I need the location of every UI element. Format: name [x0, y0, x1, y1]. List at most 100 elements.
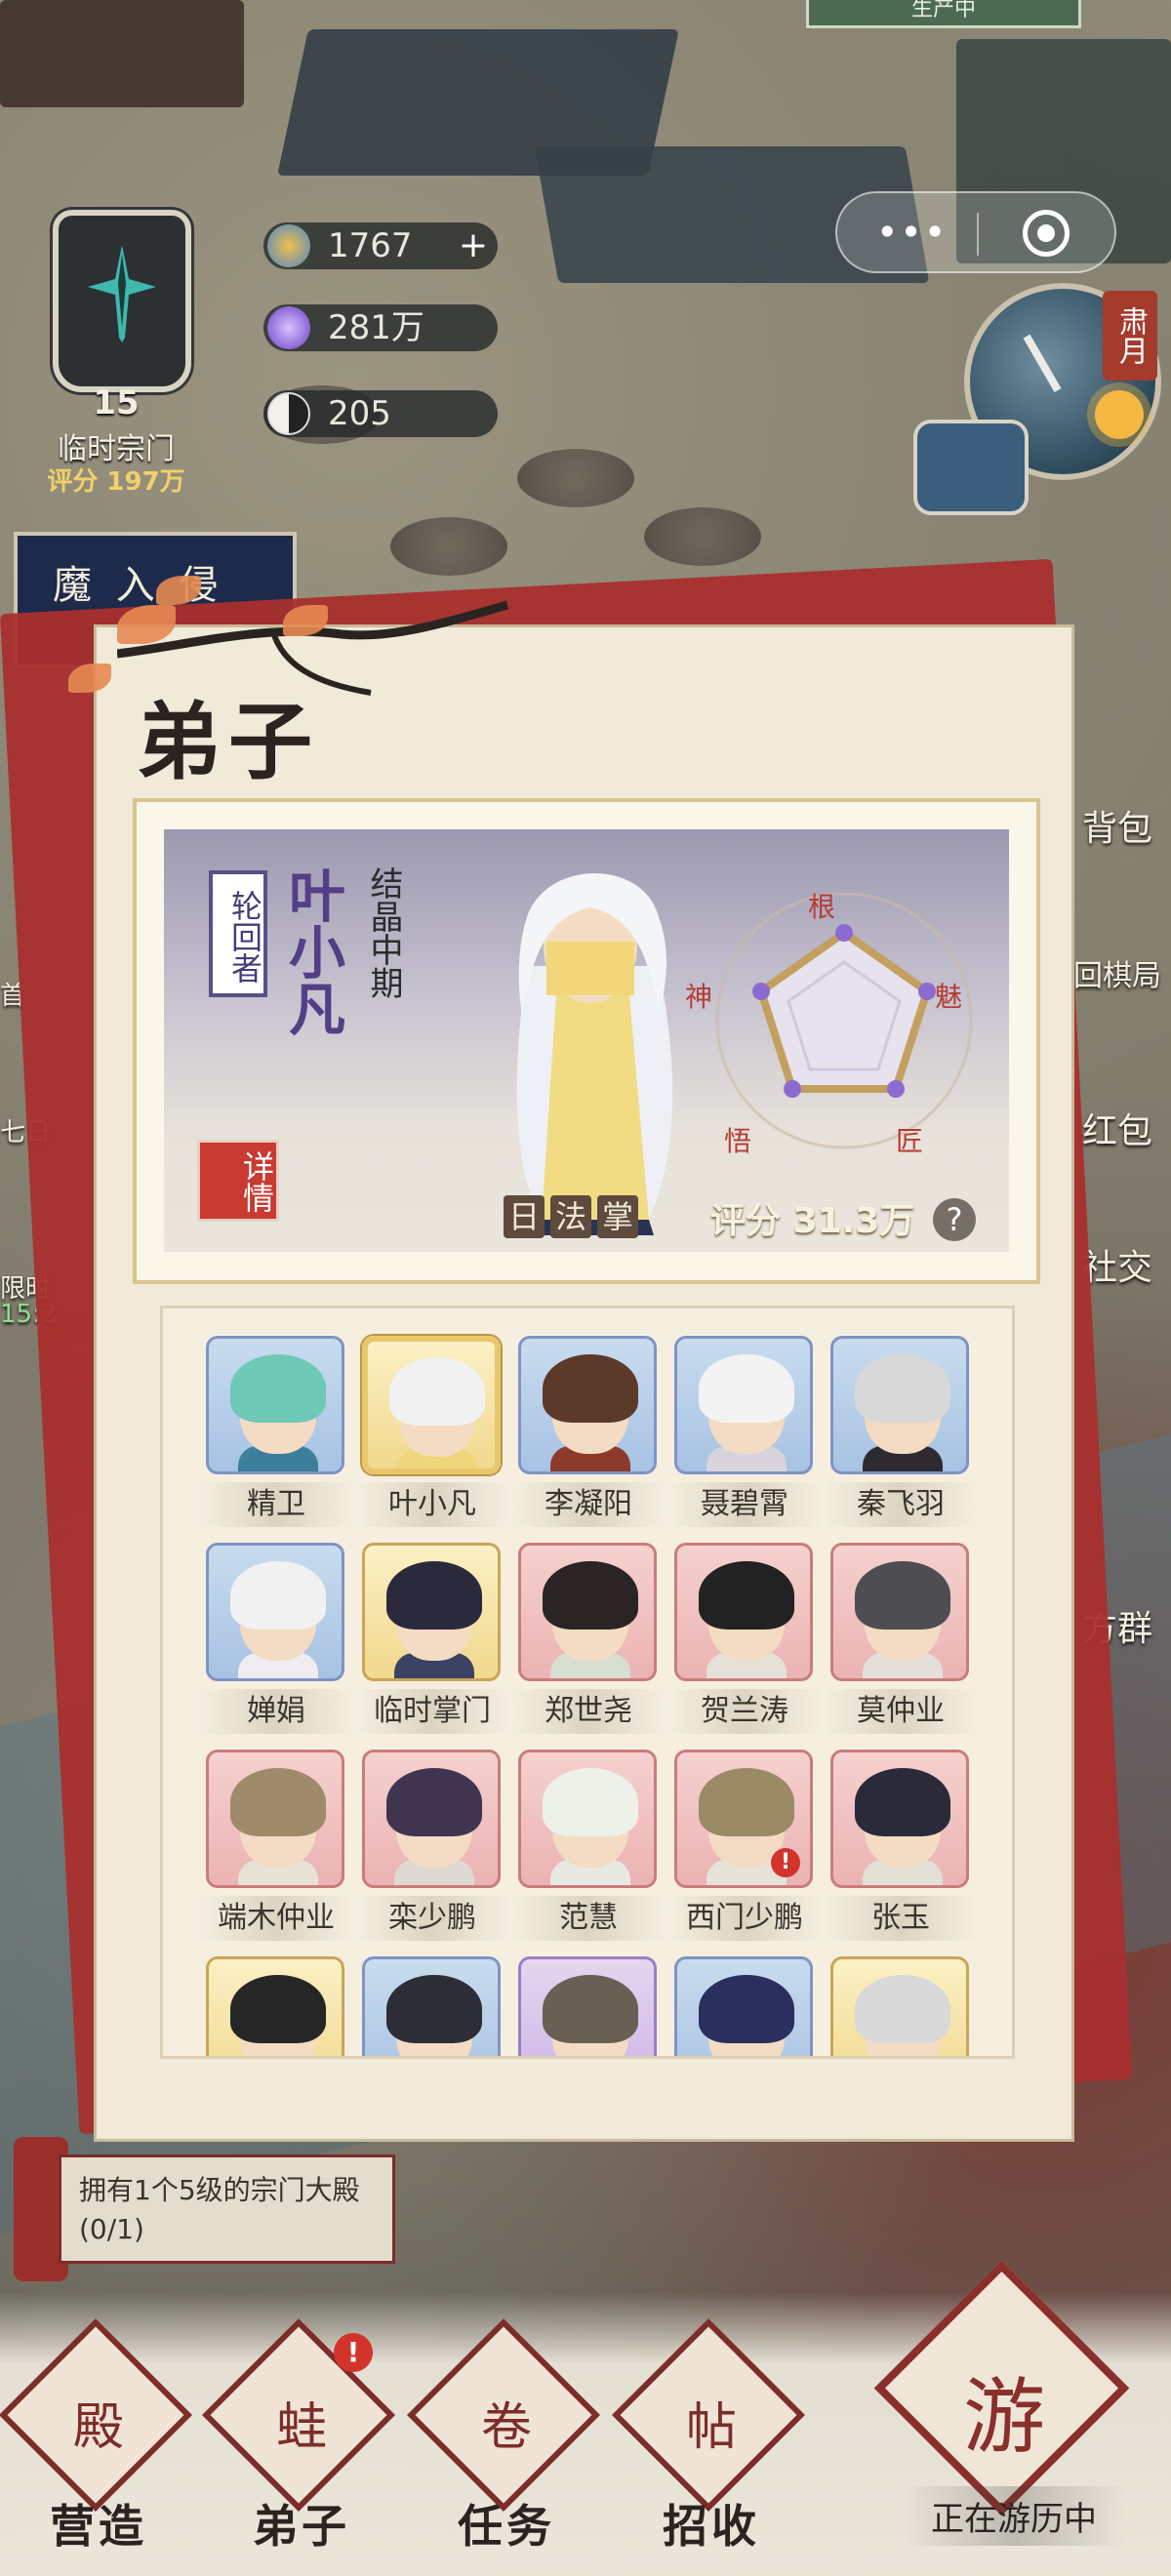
disciple-slot-name: 精卫: [198, 1482, 354, 1527]
sect-score: 评分 197万: [47, 467, 185, 497]
panel-title: 弟子: [137, 693, 320, 791]
sect-level: 15: [93, 383, 140, 423]
nav-label: 招收: [663, 2500, 760, 2553]
resource-value: 281万: [328, 308, 424, 347]
disciple-slot-name: 端木仲业: [198, 1896, 354, 1941]
nav-disciple-button[interactable]: 蛙 弟子 !: [202, 2318, 395, 2561]
disciple-portrait: [830, 1543, 969, 1681]
portrait-hair: [389, 1357, 485, 1426]
disciple-slot-name: 叶小凡: [354, 1482, 510, 1527]
disciple-portrait: !: [674, 1750, 813, 1888]
close-target-icon[interactable]: [1023, 210, 1070, 257]
tree-stump: [390, 517, 507, 576]
radar-label-spirit: 神: [685, 981, 713, 1013]
nav-task-button[interactable]: 卷 任务: [407, 2318, 600, 2561]
disciple-slot-name: 临时掌门: [354, 1689, 510, 1734]
radar-label-root: 根: [808, 891, 836, 923]
gift-box-icon[interactable]: [913, 420, 1029, 515]
disciple-slot-name: 范慧: [510, 1896, 666, 1941]
disciple-slot-name: 秦飞羽: [823, 1482, 979, 1527]
sword-emblem-icon: [88, 245, 156, 342]
disciple-portrait: [830, 1956, 969, 2056]
disciple-slot-name: 西门少鹏: [666, 1896, 823, 1941]
disciple-slot-name: 贺兰涛: [666, 1689, 823, 1734]
disciple-portrait: [362, 1750, 501, 1888]
side-right-chess[interactable]: 回棋局: [1064, 951, 1171, 994]
side-right-backpack[interactable]: 背包: [1064, 800, 1171, 851]
disciple-portrait: [518, 1543, 657, 1681]
portrait-hair: [386, 1975, 482, 2043]
add-icon[interactable]: +: [459, 222, 488, 269]
details-button[interactable]: 详情: [197, 1140, 279, 1222]
resource-value: 205: [328, 394, 391, 433]
building-roof: [0, 0, 244, 107]
clock-hand: [1023, 334, 1062, 392]
travel-button[interactable]: 游 正在游历中: [863, 2260, 1146, 2566]
skill-tag: 掌: [597, 1195, 638, 1238]
portrait-hair: [855, 1561, 950, 1630]
disciple-slot-name: 李凝阳: [510, 1482, 666, 1527]
tree-stump: [644, 507, 761, 566]
radar-label-insight: 悟: [724, 1125, 752, 1157]
skill-tag: 法: [550, 1195, 591, 1238]
disciple-portrait: [674, 1336, 813, 1474]
help-icon[interactable]: ?: [933, 1198, 976, 1241]
disciple-portrait: [518, 1336, 657, 1474]
radar-label-craft: 匠: [896, 1125, 924, 1157]
production-banner: 生产中: [806, 0, 1081, 28]
resource-crystal[interactable]: 281万: [263, 304, 498, 351]
season-label: 肃月: [1103, 291, 1157, 381]
notification-badge: !: [334, 2333, 373, 2372]
portrait-hair: [855, 1354, 950, 1423]
scroll-task-icon: 卷: [480, 2398, 532, 2457]
disciple-portrait: [206, 1336, 344, 1474]
disciple-portrait: [362, 1956, 501, 2056]
disciple-portrait: [206, 1543, 344, 1681]
portrait-hair: [230, 1975, 326, 2043]
disciple-name: 叶小凡: [279, 866, 345, 1036]
portrait-hair: [855, 1975, 950, 2043]
resource-spirit-stone[interactable]: 1767 +: [263, 222, 498, 269]
tree-stump: [517, 449, 634, 507]
travel-status: 正在游历中: [902, 2486, 1126, 2546]
sect-badge[interactable]: 15 临时宗门 评分 197万: [14, 151, 219, 503]
disciple-icon: 蛙: [275, 2398, 327, 2457]
portrait-hair: [543, 1975, 638, 2043]
sun-icon: [1095, 390, 1144, 439]
portrait-hair: [855, 1768, 950, 1836]
invitation-card-icon: 帖: [685, 2398, 737, 2457]
more-icon[interactable]: •••: [876, 211, 948, 254]
crystal-icon: [267, 306, 310, 349]
portrait-hair: [230, 1768, 326, 1836]
disciple-portrait: [206, 1956, 344, 2056]
portrait-hair: [386, 1561, 482, 1630]
disciple-slot-name: 莫仲业: [823, 1689, 979, 1734]
disciple-slot-name: 张玉: [823, 1896, 979, 1941]
nav-recruit-button[interactable]: 帖 招收: [612, 2318, 805, 2561]
nav-build-button[interactable]: 殿 营造: [0, 2318, 192, 2561]
portrait-hair: [699, 1561, 794, 1630]
portrait-hair: [230, 1561, 326, 1630]
portrait-hair: [699, 1768, 794, 1836]
quest-text: 拥有1个5级的宗门大殿(0/1): [59, 2154, 395, 2264]
disciple-portrait: [674, 1543, 813, 1681]
portrait-hair: [230, 1354, 326, 1423]
portrait-hair: [543, 1768, 638, 1836]
travel-icon: 游: [962, 2369, 1045, 2465]
yin-yang-icon: [267, 392, 310, 435]
nav-label: 营造: [50, 2500, 147, 2553]
disciple-roster[interactable]: 精卫 叶小凡 李凝阳 聂碧霄 秦飞羽 婵娟 临时掌门 郑世尧 贺兰涛 莫仲业 端木仲业 栾少鹏 范慧! 西…: [160, 1306, 1015, 2059]
capsule-divider: [977, 213, 979, 256]
skill-tag: 日: [504, 1195, 545, 1238]
radar-label-charm: 魅: [935, 981, 963, 1013]
resource-yin-yang[interactable]: 205: [263, 390, 498, 437]
disciple-portrait: [674, 1956, 813, 2056]
disciple-portrait: [518, 1956, 657, 2056]
quest-tracker[interactable]: 拥有1个5级的宗门大殿(0/1): [14, 2137, 399, 2281]
portrait-hair: [543, 1561, 638, 1630]
portrait-hair: [543, 1354, 638, 1423]
sect-emblem: [53, 210, 191, 392]
nav-label: 弟子: [253, 2500, 350, 2553]
disciple-portrait: [518, 1750, 657, 1888]
cultivation-realm: 结晶中期: [364, 866, 403, 999]
